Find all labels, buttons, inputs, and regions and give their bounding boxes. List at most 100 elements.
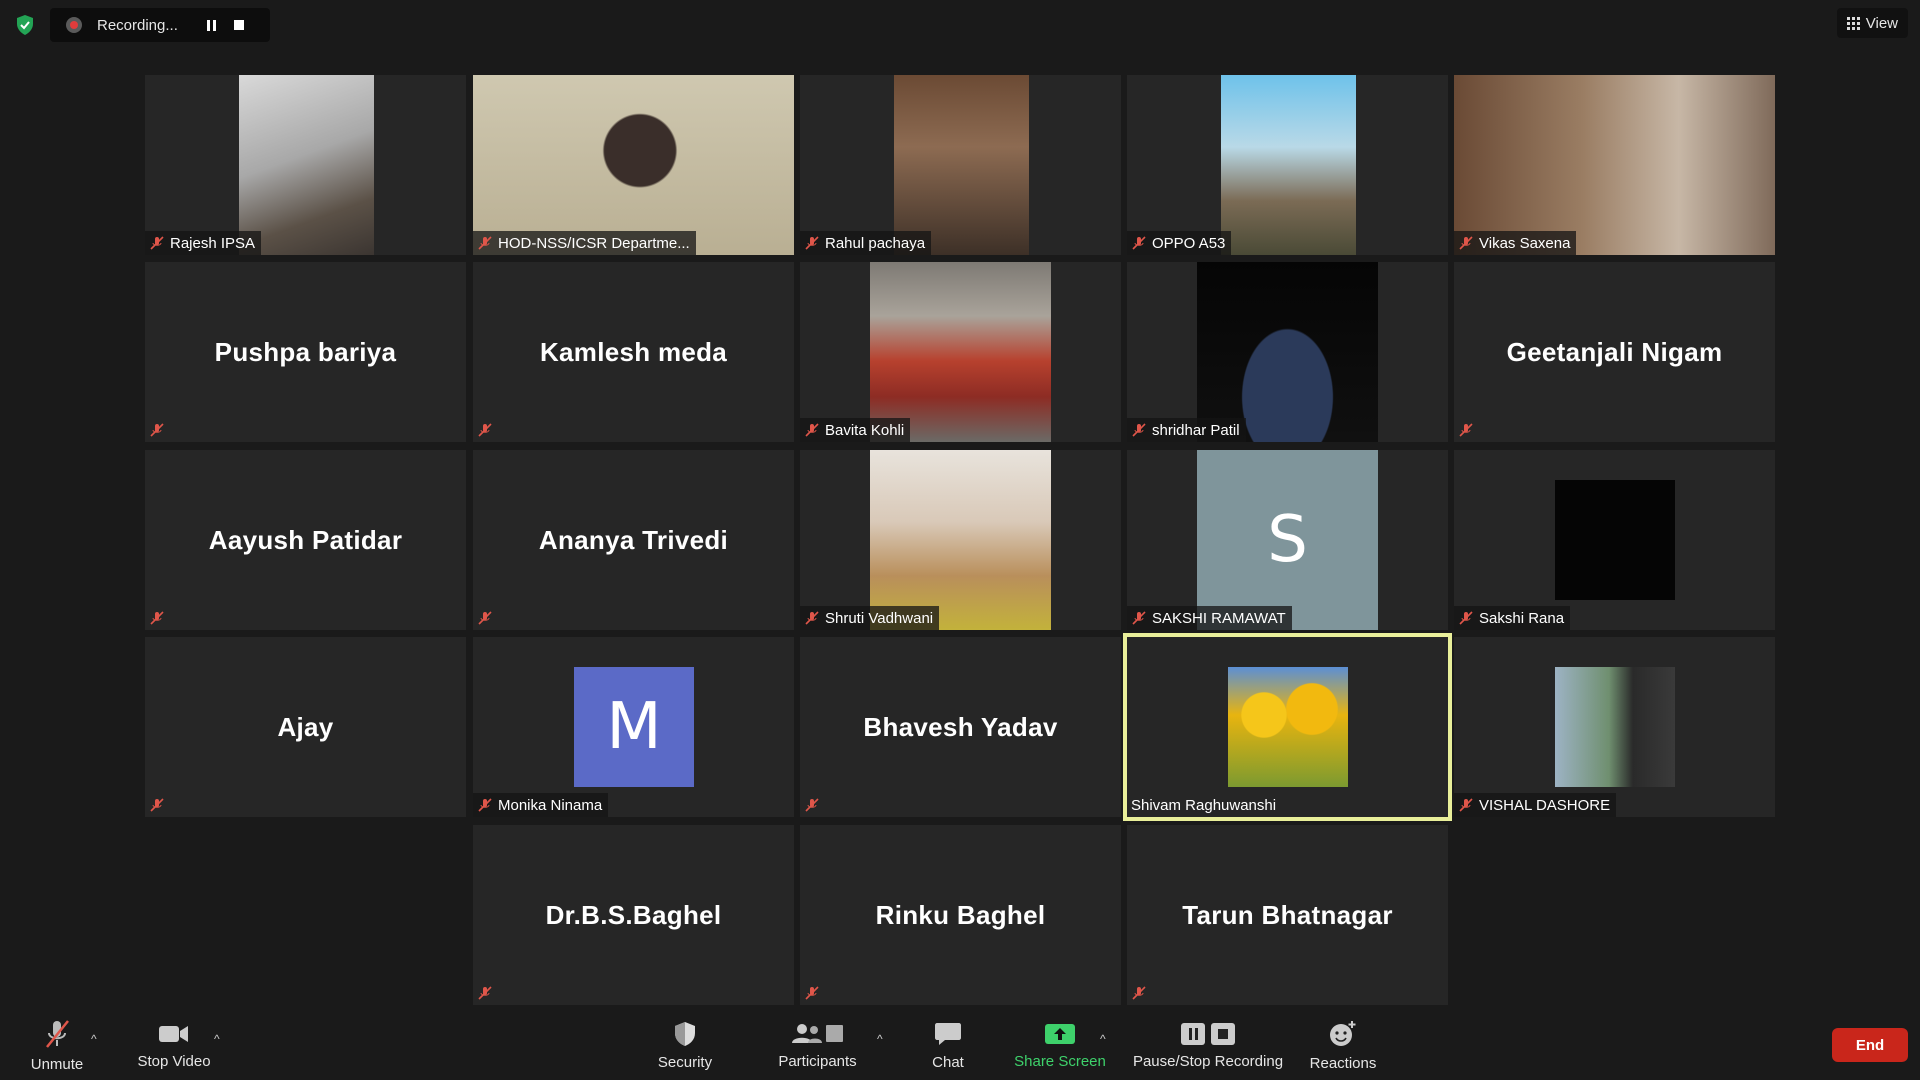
- participant-name: Sakshi Rana: [1479, 609, 1565, 627]
- participant-video: [1197, 262, 1378, 442]
- participant-display-name: Pushpa bariya: [214, 336, 397, 367]
- participant-display-name: Aayush Patidar: [208, 524, 403, 555]
- participant-tile[interactable]: Aayush Patidar: [145, 450, 466, 630]
- participant-label: [800, 793, 826, 817]
- active-speaker-tile[interactable]: Shivam Raghuwanshi: [1123, 633, 1452, 821]
- reactions-button[interactable]: Reactions: [1305, 1010, 1381, 1080]
- share-options-chevron-up-icon[interactable]: ^: [1100, 1032, 1106, 1046]
- unmute-label: Unmute: [30, 1055, 84, 1073]
- security-label: Security: [657, 1053, 713, 1071]
- audio-options-chevron-up-icon[interactable]: ^: [91, 1032, 97, 1046]
- participant-tile[interactable]: Ajay: [145, 637, 466, 817]
- muted-mic-icon: [478, 798, 492, 812]
- participant-tile[interactable]: Kamlesh meda: [473, 262, 794, 442]
- share-screen-button[interactable]: Share Screen: [1012, 1010, 1108, 1080]
- unmute-button[interactable]: Unmute: [22, 1010, 92, 1080]
- muted-mic-icon: [1459, 236, 1473, 250]
- avatar-letter: M: [606, 690, 662, 764]
- chat-bubble-icon: [935, 1022, 961, 1045]
- participant-tile[interactable]: Bavita Kohli: [800, 262, 1121, 442]
- security-button[interactable]: Security: [650, 1010, 720, 1080]
- participant-name: Shruti Vadhwani: [825, 609, 934, 627]
- view-button[interactable]: View: [1836, 8, 1908, 38]
- grid-view-icon: [1846, 16, 1860, 30]
- participant-label: shridhar Patil: [1127, 418, 1246, 442]
- participant-display-name: Tarun Bhatnagar: [1182, 899, 1393, 930]
- security-shield-icon: [675, 1021, 695, 1046]
- participant-label: [145, 793, 171, 817]
- participant-tile[interactable]: shridhar Patil: [1127, 262, 1448, 442]
- muted-mic-icon: [1459, 423, 1473, 437]
- participant-video: [870, 450, 1051, 630]
- participant-label: Shivam Raghuwanshi: [1127, 793, 1282, 817]
- muted-mic-icon: [478, 611, 492, 625]
- muted-mic-icon: [1132, 423, 1146, 437]
- participant-name: OPPO A53: [1152, 234, 1226, 252]
- muted-mic-icon: [478, 236, 492, 250]
- participant-label: Sakshi Rana: [1454, 606, 1571, 630]
- participant-tile[interactable]: HOD-NSS/ICSR Departme...: [473, 75, 794, 255]
- participant-name: SAKSHI RAMAWAT: [1152, 609, 1286, 627]
- participant-name: HOD-NSS/ICSR Departme...: [498, 234, 690, 252]
- participant-tile[interactable]: Geetanjali Nigam: [1454, 262, 1775, 442]
- participant-display-name: Bhavesh Yadav: [863, 711, 1058, 742]
- stop-video-button[interactable]: Stop Video: [134, 1010, 214, 1080]
- participant-tile[interactable]: Bhavesh Yadav: [800, 637, 1121, 817]
- encryption-shield-icon[interactable]: [12, 12, 38, 38]
- participant-tile[interactable]: Rajesh IPSA: [145, 75, 466, 255]
- pause-stop-recording-button[interactable]: Pause/Stop Recording: [1130, 1010, 1286, 1080]
- pause-recording-button[interactable]: [197, 8, 225, 42]
- muted-mic-icon: [805, 236, 819, 250]
- muted-mic-icon: [1459, 611, 1473, 625]
- participants-label: Participants: [778, 1052, 857, 1070]
- participant-avatar: [1555, 480, 1675, 600]
- chat-button[interactable]: Chat: [920, 1010, 976, 1080]
- participant-video: [870, 262, 1051, 442]
- reactions-label: Reactions: [1309, 1054, 1377, 1072]
- participant-tile[interactable]: Sakshi Rana: [1454, 450, 1775, 630]
- participant-tile[interactable]: OPPO A53: [1127, 75, 1448, 255]
- end-meeting-button[interactable]: End: [1832, 1028, 1908, 1062]
- participant-display-name: Kamlesh meda: [539, 336, 728, 367]
- participant-label: [473, 981, 499, 1005]
- participant-video: [894, 75, 1029, 255]
- participant-tile[interactable]: VISHAL DASHORE: [1454, 637, 1775, 817]
- muted-mic-icon: [478, 986, 492, 1000]
- reaction-smiley-icon: [1330, 1020, 1356, 1046]
- participant-tile[interactable]: M Monika Ninama: [473, 637, 794, 817]
- stop-recording-button[interactable]: [225, 8, 253, 42]
- muted-mic-icon: [150, 236, 164, 250]
- recording-indicator: Recording...: [50, 8, 270, 42]
- participant-tile[interactable]: Tarun Bhatnagar: [1127, 825, 1448, 1005]
- participant-name: shridhar Patil: [1152, 421, 1240, 439]
- view-label: View: [1865, 14, 1898, 32]
- participant-video: [239, 75, 374, 255]
- participant-tile[interactable]: Rinku Baghel: [800, 825, 1121, 1005]
- participant-tile[interactable]: Pushpa bariya: [145, 262, 466, 442]
- participant-label: Bavita Kohli: [800, 418, 911, 442]
- participant-tile[interactable]: Ananya Trivedi: [473, 450, 794, 630]
- participants-options-chevron-up-icon[interactable]: ^: [877, 1032, 883, 1046]
- participants-button[interactable]: Participants: [770, 1010, 865, 1080]
- participant-display-name: Ajay: [277, 711, 334, 742]
- participant-label: Vikas Saxena: [1454, 231, 1577, 255]
- participant-name: Rajesh IPSA: [170, 234, 256, 252]
- video-options-chevron-up-icon[interactable]: ^: [214, 1032, 220, 1046]
- participant-tile[interactable]: Dr.B.S.Baghel: [473, 825, 794, 1005]
- participant-tile[interactable]: S SAKSHI RAMAWAT: [1127, 450, 1448, 630]
- participant-label: Rahul pachaya: [800, 231, 932, 255]
- participant-tile[interactable]: Vikas Saxena: [1454, 75, 1775, 255]
- participant-avatar: [1555, 667, 1675, 787]
- participant-avatar: M: [574, 667, 694, 787]
- participant-video: [1454, 75, 1775, 255]
- participant-tile[interactable]: Rahul pachaya: [800, 75, 1121, 255]
- participant-tile[interactable]: Shruti Vadhwani: [800, 450, 1121, 630]
- pause-stop-recording-label: Pause/Stop Recording: [1132, 1052, 1284, 1070]
- pause-icon: [206, 19, 216, 31]
- participants-icon: [791, 1023, 843, 1043]
- muted-mic-icon: [150, 423, 164, 437]
- participant-video: [1221, 75, 1356, 255]
- participant-label: [800, 981, 826, 1005]
- muted-mic-icon: [1459, 798, 1473, 812]
- share-screen-arrow-icon: [1045, 1023, 1075, 1044]
